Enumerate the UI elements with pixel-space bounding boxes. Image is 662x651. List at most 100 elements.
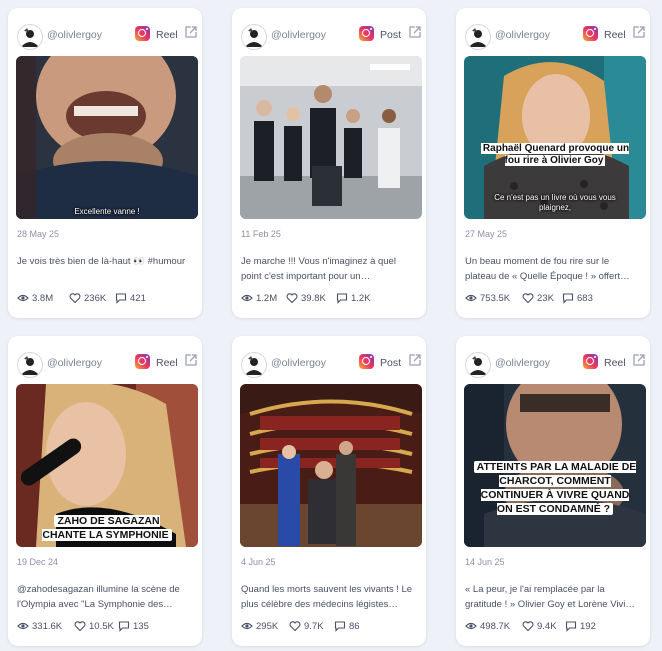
card-header: @olivlergoy Reel <box>8 336 202 382</box>
post-card[interactable]: @olivlergoy Post 4 Jun 25 Quand les mort… <box>232 336 426 646</box>
avatar-icon[interactable] <box>241 24 267 50</box>
username[interactable]: @olivlergoy <box>47 357 102 369</box>
overlay-text: ATTEINTS PAR LA MALADIE DE CHARCOT, COMM… <box>472 460 638 516</box>
comments-count: 1.2K <box>351 293 371 304</box>
eye-icon <box>17 294 29 302</box>
likes-count: 236K <box>84 293 107 304</box>
post-stats: 3.8M 236K 421 <box>17 292 197 306</box>
post-caption: Je marche !!! Vous n'imaginez à quel poi… <box>241 256 396 282</box>
instagram-icon <box>359 26 374 41</box>
external-link-icon[interactable] <box>184 353 198 367</box>
views-count: 753.5K <box>480 293 511 304</box>
heart-icon <box>286 293 298 304</box>
overlay-text: Excellente vanne ! <box>74 207 140 216</box>
comments-count: 192 <box>580 621 596 632</box>
eye-icon <box>465 622 477 630</box>
comment-icon <box>115 293 127 304</box>
post-date: 27 May 25 <box>465 229 508 239</box>
views-count: 3.8M <box>32 293 54 304</box>
comment-icon <box>565 621 577 632</box>
eye-icon <box>17 622 29 630</box>
post-caption: @zahodesagazan illumine la scène de l'Ol… <box>17 584 180 610</box>
card-header: @olivlergoy Post <box>232 8 426 54</box>
instagram-icon <box>583 26 598 41</box>
instagram-icon <box>135 26 150 41</box>
avatar-icon[interactable] <box>465 352 491 378</box>
comment-icon <box>336 293 348 304</box>
post-card[interactable]: @olivlergoy Reel Excellente vanne ! 28 M… <box>8 8 202 318</box>
overlay-text: Ce n'est pas un livre où vous vous plaig… <box>494 193 616 212</box>
post-date: 4 Jun 25 <box>241 557 276 567</box>
external-link-icon[interactable] <box>632 25 646 39</box>
username[interactable]: @olivlergoy <box>47 29 102 41</box>
likes-count: 10.5K <box>89 621 114 632</box>
post-type-label: Reel <box>156 29 178 41</box>
avatar-icon[interactable] <box>17 352 43 378</box>
post-card[interactable]: @olivlergoy Reel Raphaël Quenard provoqu… <box>456 8 650 318</box>
comments-count: 683 <box>577 293 593 304</box>
card-header: @olivlergoy Reel <box>456 8 650 54</box>
heart-icon <box>522 293 534 304</box>
eye-icon <box>241 622 253 630</box>
heart-icon <box>74 621 86 632</box>
comments-count: 421 <box>130 293 146 304</box>
overlay-title: Raphaël Quenard provoque un fou rire à O… <box>480 143 630 166</box>
heart-icon <box>522 621 534 632</box>
views-count: 295K <box>256 621 279 632</box>
post-type-label: Post <box>380 29 402 41</box>
external-link-icon[interactable] <box>632 353 646 367</box>
heart-icon <box>69 293 81 304</box>
post-card[interactable]: @olivlergoy Reel ATTEINTS PAR LA MALADIE… <box>456 336 650 646</box>
post-date: 11 Feb 25 <box>241 229 281 239</box>
post-stats: 1.2M 39.8K 1.2K <box>241 292 421 306</box>
views-count: 1.2M <box>256 293 278 304</box>
likes-count: 23K <box>537 293 554 304</box>
username[interactable]: @olivlergoy <box>495 29 550 41</box>
post-card[interactable]: @olivlergoy Reel ZAHO DE SAGAZAN CHANTE … <box>8 336 202 646</box>
post-caption: Un beau moment de fou rire sur le platea… <box>465 256 630 282</box>
eye-icon <box>465 294 477 302</box>
views-count: 331.6K <box>32 621 63 632</box>
post-date: 19 Dec 24 <box>17 557 59 567</box>
external-link-icon[interactable] <box>408 25 422 39</box>
post-type-label: Reel <box>156 357 178 369</box>
post-date: 14 Jun 25 <box>465 557 505 567</box>
comment-icon <box>562 293 574 304</box>
instagram-icon <box>135 354 150 369</box>
post-stats: 295K 9.7K 86 <box>241 620 421 634</box>
username[interactable]: @olivlergoy <box>271 357 326 369</box>
avatar-icon[interactable] <box>241 352 267 378</box>
post-thumbnail[interactable]: Raphaël Quenard provoque un fou rire à O… <box>464 56 646 219</box>
avatar-icon[interactable] <box>17 24 43 50</box>
post-thumbnail[interactable]: ZAHO DE SAGAZAN CHANTE LA SYMPHONIE <box>16 384 198 547</box>
post-thumbnail[interactable] <box>240 56 422 219</box>
post-type-label: Reel <box>604 357 626 369</box>
card-header: @olivlergoy Reel <box>456 336 650 382</box>
comments-count: 135 <box>133 621 149 632</box>
post-caption: Quand les morts sauvent les vivants ! Le… <box>241 584 413 610</box>
post-caption: « La peur, je l'ai remplacée par la grat… <box>465 584 635 610</box>
external-link-icon[interactable] <box>184 25 198 39</box>
heart-icon <box>289 621 301 632</box>
post-date: 28 May 25 <box>17 229 60 239</box>
post-stats: 498.7K 9.4K 192 <box>465 620 645 634</box>
likes-count: 9.7K <box>304 621 324 632</box>
post-stats: 331.6K 10.5K 135 <box>17 620 197 634</box>
post-type-label: Reel <box>604 29 626 41</box>
username[interactable]: @olivlergoy <box>495 357 550 369</box>
post-thumbnail[interactable]: ATTEINTS PAR LA MALADIE DE CHARCOT, COMM… <box>464 384 646 547</box>
post-caption: Je vois très bien de là-haut 👀 #humour <box>17 256 186 267</box>
comment-icon <box>334 621 346 632</box>
post-thumbnail[interactable] <box>240 384 422 547</box>
likes-count: 39.8K <box>301 293 326 304</box>
instagram-icon <box>359 354 374 369</box>
post-card[interactable]: @olivlergoy Post 11 Feb 25 Je marche !!!… <box>232 8 426 318</box>
external-link-icon[interactable] <box>408 353 422 367</box>
card-header: @olivlergoy Post <box>232 336 426 382</box>
instagram-icon <box>583 354 598 369</box>
username[interactable]: @olivlergoy <box>271 29 326 41</box>
avatar-icon[interactable] <box>465 24 491 50</box>
likes-count: 9.4K <box>537 621 557 632</box>
post-type-label: Post <box>380 357 402 369</box>
post-thumbnail[interactable]: Excellente vanne ! <box>16 56 198 219</box>
